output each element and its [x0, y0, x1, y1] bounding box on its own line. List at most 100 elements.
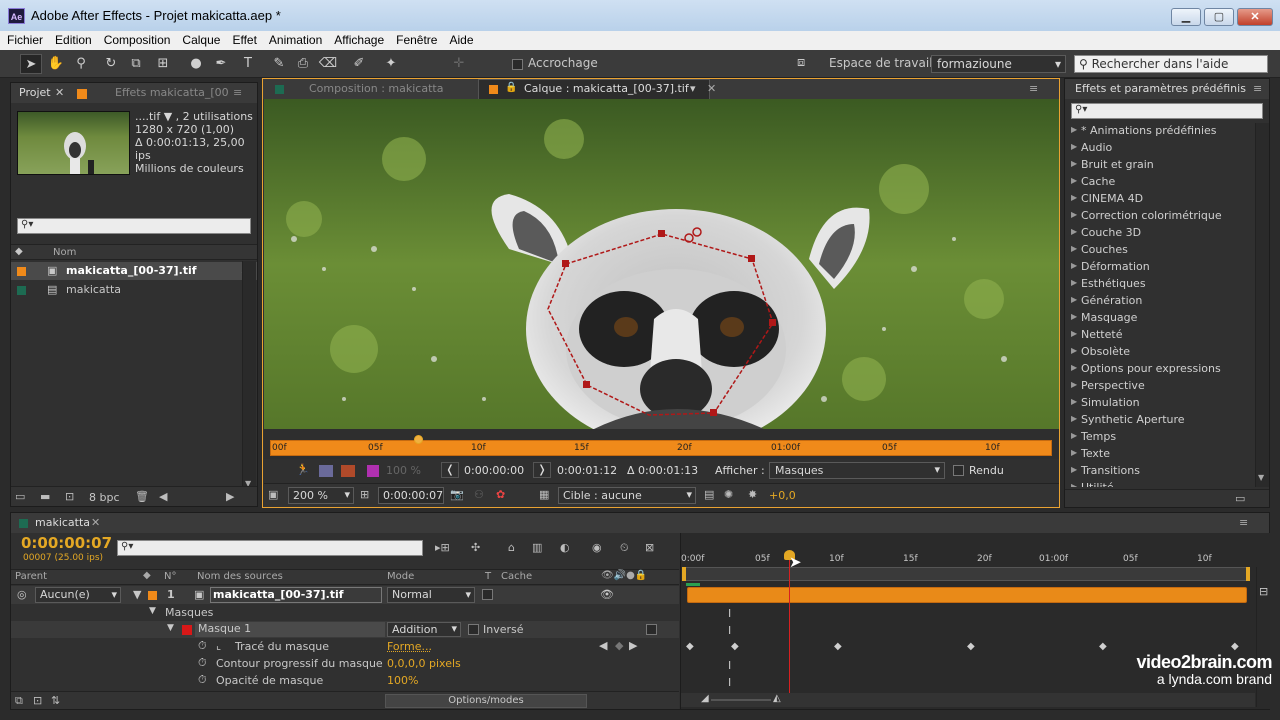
- lock-icon[interactable]: 🔒: [505, 82, 517, 93]
- effects-category-item[interactable]: ▶ Simulation: [1065, 395, 1253, 412]
- menu-calque[interactable]: Calque: [175, 31, 225, 47]
- layer-name[interactable]: makicatta_[00-37].tif: [210, 587, 382, 603]
- time-ruler[interactable]: 0:00f 05f 10f 15f 20f 01:00f 05f 10f: [681, 541, 1255, 567]
- expand-triangle-icon[interactable]: ▶: [1071, 261, 1077, 270]
- work-area-bar[interactable]: [682, 567, 1250, 581]
- exposure-icon[interactable]: ✸: [748, 488, 757, 501]
- scroll-down-icon[interactable]: ▼: [1258, 473, 1264, 482]
- minimize-button[interactable]: ▁: [1171, 8, 1201, 26]
- effects-category-item[interactable]: ▶ Netteté: [1065, 327, 1253, 344]
- zoom-tool-icon[interactable]: ⚲: [70, 54, 92, 74]
- effects-category-item[interactable]: ▶ Déformation: [1065, 259, 1253, 276]
- ripple-insert-icon[interactable]: 🏃: [296, 463, 310, 476]
- set-in-icon[interactable]: ❬: [441, 462, 459, 478]
- expand-triangle-icon[interactable]: ▶: [1071, 465, 1077, 474]
- project-row[interactable]: ▤ makicatta: [11, 281, 257, 299]
- axis-tool-icon[interactable]: ✛: [448, 54, 470, 74]
- expand-triangle-icon[interactable]: ▶: [1071, 346, 1077, 355]
- pan-behind-tool-icon[interactable]: ⊞: [152, 54, 174, 74]
- close-icon[interactable]: ✕: [55, 86, 64, 99]
- always-preview-icon[interactable]: ▣: [268, 488, 278, 501]
- ripple-edit-icon[interactable]: [341, 465, 355, 477]
- mask-color-chip[interactable]: [182, 625, 192, 635]
- rotate-tool-icon[interactable]: ↻: [100, 54, 122, 74]
- view-select[interactable]: Masques ▾: [769, 462, 945, 479]
- clone-tool-icon[interactable]: ⎙: [292, 54, 314, 74]
- prop-value[interactable]: Forme...: [387, 640, 432, 653]
- menu-fichier[interactable]: Fichier: [0, 31, 48, 47]
- mask-name[interactable]: Masque 1: [195, 622, 385, 637]
- effects-category-item[interactable]: ▶ Transitions: [1065, 463, 1253, 480]
- layer-time-ruler[interactable]: 00f 05f 10f 15f 20f 01:00f 05f 10f: [264, 429, 1059, 459]
- mask-lock-checkbox[interactable]: [646, 624, 657, 635]
- timeline-search-input[interactable]: ⚲▾: [117, 540, 423, 556]
- zoom-out-icon[interactable]: ◢: [701, 693, 709, 704]
- reset-exposure-icon[interactable]: ✺: [724, 488, 733, 501]
- auto-keyframe-icon[interactable]: ⏲: [620, 541, 629, 555]
- project-scrollbar[interactable]: ▼: [242, 261, 256, 491]
- effects-category-item[interactable]: ▶ Correction colorimétrique: [1065, 208, 1253, 225]
- zoom-select[interactable]: 200 % ▾: [288, 487, 354, 504]
- keyframe-diamond[interactable]: ◆: [731, 641, 739, 652]
- keyframe-diamond[interactable]: ◆: [1231, 641, 1239, 652]
- masks-group-row[interactable]: ▼ Masques: [11, 604, 679, 621]
- effects-category-item[interactable]: ▶ Texte: [1065, 446, 1253, 463]
- maximize-button[interactable]: ▢: [1204, 8, 1234, 26]
- zoom-in-icon[interactable]: ◭: [773, 693, 781, 704]
- effects-category-item[interactable]: ▶ Masquage: [1065, 310, 1253, 327]
- workspace-select[interactable]: formazioune ▾: [931, 55, 1066, 73]
- snap-checkbox[interactable]: [512, 59, 523, 70]
- project-row-selected[interactable]: ▣ makicatta_[00-37].tif ⊥: [11, 262, 257, 280]
- expand-triangle-icon[interactable]: ▶: [1071, 125, 1077, 134]
- eye-icon[interactable]: 👁: [600, 588, 614, 601]
- trash-icon[interactable]: 🗑: [135, 490, 149, 503]
- effects-category-item[interactable]: ▶ Bruit et grain: [1065, 157, 1253, 174]
- transfer-controls-icon[interactable]: ⊡: [33, 694, 42, 707]
- next-keyframe-icon[interactable]: ▶: [629, 639, 637, 652]
- channel-icon[interactable]: ✿: [496, 488, 505, 501]
- close-button[interactable]: ✕: [1237, 8, 1273, 26]
- transparency-grid-icon[interactable]: ▦: [539, 488, 549, 501]
- tab-effects-controls[interactable]: Effets makicatta_[00: [115, 86, 229, 99]
- prop-value[interactable]: 0,0,0,0 pixels: [387, 657, 461, 670]
- expand-triangle-icon[interactable]: ▶: [1071, 227, 1077, 236]
- brush-tool-icon[interactable]: ✎: [268, 54, 290, 74]
- pen-tool-icon[interactable]: ✒: [210, 54, 232, 74]
- effects-category-item[interactable]: ▶ Cache: [1065, 174, 1253, 191]
- stopwatch-icon[interactable]: ⏱: [198, 673, 207, 687]
- puppet-tool-icon[interactable]: ✦: [380, 54, 402, 74]
- prop-row-mask-path[interactable]: ⏱ ⌞ Tracé du masque Forme... ◀ ◆ ▶: [11, 638, 679, 655]
- target-select[interactable]: Cible : aucune ▾: [558, 487, 696, 504]
- new-comp-icon[interactable]: ⊡: [65, 490, 74, 503]
- menu-effet[interactable]: Effet: [225, 31, 261, 47]
- tab-layer-active[interactable]: 🔒 Calque : makicatta_[00-37].tif ▾: [478, 79, 710, 99]
- new-preset-icon[interactable]: ▭: [1235, 492, 1245, 505]
- expand-triangle-icon[interactable]: ▶: [1071, 244, 1077, 253]
- expand-triangle-icon[interactable]: ▶: [1071, 295, 1077, 304]
- stopwatch-icon[interactable]: ⏱: [198, 656, 207, 670]
- effects-category-item[interactable]: ▶ Options pour expressions: [1065, 361, 1253, 378]
- close-icon[interactable]: ✕: [707, 82, 716, 95]
- eraser-tool-icon[interactable]: ⌫: [317, 54, 339, 74]
- set-out-icon[interactable]: ❭: [533, 462, 551, 478]
- shy-layers-icon[interactable]: ⌂: [508, 541, 515, 554]
- tab-composition[interactable]: Composition : makicatta: [309, 82, 443, 95]
- keyframe-diamond[interactable]: ◆: [1099, 641, 1107, 652]
- render-checkbox[interactable]: [953, 465, 964, 476]
- mask-mode-select[interactable]: Addition ▾: [387, 622, 461, 637]
- menu-animation[interactable]: Animation: [262, 31, 327, 47]
- options-modes-button[interactable]: Options/modes: [385, 694, 587, 708]
- blend-mode-select[interactable]: Normal ▾: [387, 587, 475, 603]
- effects-category-item[interactable]: ▶ Synthetic Aperture: [1065, 412, 1253, 429]
- draft-3d-icon[interactable]: ✣: [471, 541, 480, 554]
- expand-triangle-icon[interactable]: ▶: [1071, 448, 1077, 457]
- scroll-right-icon[interactable]: ▶: [226, 490, 234, 503]
- ellipse-tool-icon[interactable]: ●: [185, 54, 207, 74]
- expand-triangle-icon[interactable]: ▶: [1071, 312, 1077, 321]
- color-icon[interactable]: [367, 465, 379, 477]
- interpret-footage-icon[interactable]: ▭: [15, 490, 25, 503]
- comp-button-icon[interactable]: ⊟: [1259, 585, 1268, 598]
- snapshot-icon[interactable]: 📷: [450, 488, 464, 501]
- scroll-left-icon[interactable]: ◀: [159, 490, 167, 503]
- effects-category-item[interactable]: ▶ Utilité: [1065, 480, 1253, 487]
